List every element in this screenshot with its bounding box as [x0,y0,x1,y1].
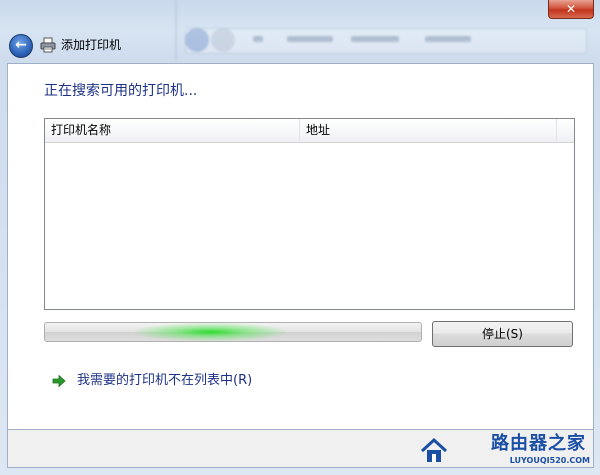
column-header-printer-name[interactable]: 打印机名称 [45,119,300,142]
watermark-name: 路由器之家 [491,433,586,454]
green-arrow-icon [52,374,66,388]
page-heading: 正在搜索可用的打印机... [44,83,198,99]
watermark-url: LUYOUQI520.COM [509,456,590,465]
progress-glow [135,323,286,341]
column-header-address[interactable]: 地址 [300,119,557,142]
add-printer-window: ✕ ← 添加打印机 正在搜索可用的打印机... 打印机名称 地址 停止(S) 我… [0,0,600,475]
back-arrow-icon: ← [15,37,27,53]
printer-list[interactable]: 打印机名称 地址 [44,118,575,310]
printer-not-listed-text: 我需要的打印机不在列表中(R) [77,373,253,388]
window-title: 添加打印机 [61,38,122,52]
printer-not-listed-link[interactable]: 我需要的打印机不在列表中(R) [52,371,252,391]
house-logo-icon [420,437,448,462]
list-header: 打印机名称 地址 [45,119,574,143]
close-button[interactable]: ✕ [548,0,594,19]
search-progress-bar [44,322,422,342]
background-explorer-window [175,0,600,60]
printer-icon [40,37,56,53]
stop-button[interactable]: 停止(S) [432,321,573,347]
back-button[interactable]: ← [9,34,33,58]
